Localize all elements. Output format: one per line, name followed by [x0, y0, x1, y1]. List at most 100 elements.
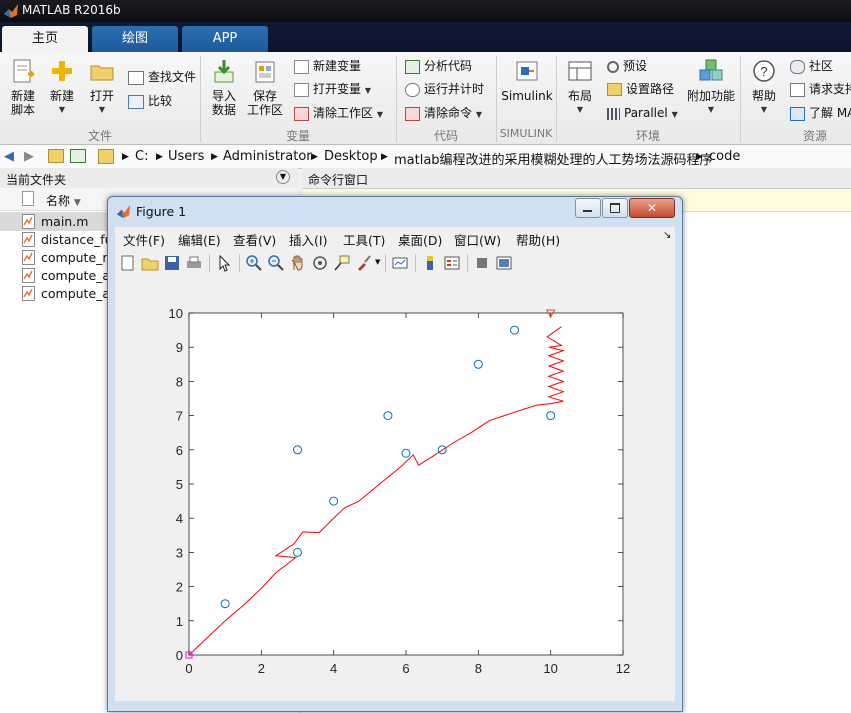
- menu-window[interactable]: 窗口(W): [454, 230, 501, 249]
- tab-plots[interactable]: 绘图: [92, 26, 178, 52]
- find-files-button[interactable]: 查找文件: [128, 70, 196, 85]
- simulink-icon: [516, 61, 538, 81]
- new-variable-label: 新建变量: [313, 59, 362, 73]
- data-cursor-icon[interactable]: [333, 254, 351, 272]
- brush-icon[interactable]: [355, 254, 373, 272]
- compare-button[interactable]: 比较: [128, 94, 172, 109]
- figure-title: Figure 1: [136, 204, 187, 219]
- import-icon: [214, 60, 234, 83]
- rotate-3d-icon[interactable]: [311, 254, 329, 272]
- panel-menu-icon[interactable]: ▼: [276, 170, 290, 184]
- menu-insert[interactable]: 插入(I): [289, 230, 327, 249]
- toolbar-divider: [467, 254, 468, 272]
- new-script-button[interactable]: 新建 脚本: [4, 58, 42, 117]
- browse-folder-icon[interactable]: [70, 149, 86, 167]
- add-ons-button[interactable]: 附加功能 ▼: [686, 58, 736, 117]
- address-bar[interactable]: ◀ ▶ ▶ C: ▶ Users ▶ Administrator ▶ Deskt…: [0, 145, 851, 169]
- parallel-button[interactable]: Parallel ▼: [607, 106, 678, 122]
- new-figure-icon[interactable]: [119, 254, 137, 272]
- figure-title-bar: Figure 1 ✕: [108, 197, 682, 225]
- figure-menu-bar: 文件(F) 编辑(E) 查看(V) 插入(I) 工具(T) 桌面(D) 窗口(W…: [115, 227, 675, 249]
- back-arrow-icon[interactable]: ◀: [4, 149, 14, 164]
- save-icon[interactable]: [163, 254, 181, 272]
- pan-hand-icon[interactable]: [289, 254, 307, 272]
- close-icon: ✕: [646, 201, 658, 215]
- minimize-icon: [583, 210, 592, 212]
- forward-arrow-icon[interactable]: ▶: [24, 149, 34, 164]
- community-icon: [790, 59, 805, 74]
- chevron-down-icon: ▼: [576, 105, 584, 114]
- add-ons-icon: [699, 59, 723, 81]
- menu-help[interactable]: 帮助(H): [516, 230, 560, 249]
- import-data-button[interactable]: 导入 数据: [206, 58, 242, 117]
- breadcrumb-drive[interactable]: C:: [135, 149, 148, 164]
- zoom-out-icon[interactable]: [267, 254, 285, 272]
- set-path-button[interactable]: 设置路径: [607, 82, 674, 96]
- name-column-header[interactable]: 名称 ▼: [46, 192, 81, 209]
- menu-desktop[interactable]: 桌面(D): [398, 230, 442, 249]
- folder-open-icon: [90, 65, 114, 81]
- breadcrumb-separator: ▶: [696, 152, 703, 162]
- show-plot-tools-icon[interactable]: [495, 254, 513, 272]
- clear-workspace-label: 清除工作区: [313, 106, 374, 120]
- toolbar-divider: [385, 254, 386, 272]
- figure-window: Figure 1 ✕ 文件(F) 编辑(E) 查看(V) 插入(I) 工具(T)…: [107, 196, 683, 712]
- run-and-time-button[interactable]: 运行并计时: [405, 82, 484, 97]
- toolbar-divider: [415, 254, 416, 272]
- minimize-button[interactable]: [575, 198, 601, 218]
- open-file-icon[interactable]: [141, 254, 159, 272]
- print-icon[interactable]: [185, 254, 203, 272]
- request-support-button[interactable]: 请求支持: [790, 82, 851, 97]
- breadcrumb-project[interactable]: matlab编程改进的采用模糊处理的人工势场法源码程序: [394, 149, 713, 168]
- tab-home[interactable]: 主页: [2, 26, 88, 52]
- breadcrumb-users[interactable]: Users: [168, 149, 204, 164]
- maximize-button[interactable]: [602, 198, 628, 218]
- layout-button[interactable]: 布局 ▼: [562, 58, 598, 117]
- preferences-button[interactable]: 预设: [607, 59, 647, 73]
- file-type-icon: [22, 191, 34, 206]
- colorbar-icon[interactable]: [421, 254, 439, 272]
- new-variable-button[interactable]: 新建变量: [294, 59, 361, 74]
- menu-file[interactable]: 文件(F): [123, 230, 165, 249]
- breadcrumb-code[interactable]: code: [709, 149, 740, 164]
- legend-icon[interactable]: [443, 254, 461, 272]
- menu-tools[interactable]: 工具(T): [343, 230, 385, 249]
- m-file-icon: [22, 232, 35, 247]
- hide-plot-tools-icon[interactable]: [473, 254, 491, 272]
- help-button[interactable]: ? 帮助 ▼: [746, 58, 782, 117]
- link-plot-icon[interactable]: [391, 254, 409, 272]
- figure-toolbar: ▼: [115, 249, 675, 278]
- pointer-icon[interactable]: [215, 254, 233, 272]
- x-tick-label: 0: [185, 661, 192, 676]
- learn-matlab-button[interactable]: 了解 MA: [790, 106, 851, 121]
- save-workspace-button[interactable]: 保存 工作区: [244, 58, 286, 117]
- close-button[interactable]: ✕: [629, 198, 675, 218]
- tab-apps[interactable]: APP: [182, 26, 268, 52]
- new-button[interactable]: 新建 ▼: [44, 58, 80, 117]
- clear-commands-button[interactable]: 清除命令 ▼: [405, 106, 482, 122]
- up-folder-icon[interactable]: [48, 149, 64, 167]
- parallel-icon: [607, 107, 620, 120]
- open-button[interactable]: 打开 ▼: [84, 58, 120, 117]
- axes-box: [188, 312, 624, 656]
- menu-edit[interactable]: 编辑(E): [178, 230, 221, 249]
- toolbar-divider: [239, 254, 240, 272]
- chevron-down-icon: ▼: [707, 105, 715, 114]
- breadcrumb-administrator[interactable]: Administrator: [223, 149, 312, 164]
- chevron-down-icon: ▼: [376, 110, 383, 119]
- support-icon: [790, 82, 805, 97]
- menu-overflow-icon[interactable]: ↘: [663, 230, 671, 241]
- open-variable-button[interactable]: 打开变量 ▼: [294, 82, 371, 98]
- breadcrumb-desktop[interactable]: Desktop: [324, 149, 378, 164]
- community-button[interactable]: 社区: [790, 59, 833, 74]
- clear-workspace-button[interactable]: 清除工作区 ▼: [294, 106, 383, 122]
- breadcrumb-separator: ▶: [211, 152, 218, 162]
- brush-dropdown-icon[interactable]: ▼: [375, 258, 380, 266]
- analyze-code-button[interactable]: 分析代码: [405, 59, 472, 74]
- save-workspace-icon: [255, 61, 275, 83]
- menu-view[interactable]: 查看(V): [233, 230, 276, 249]
- folder-icon: [607, 83, 622, 96]
- zoom-in-icon[interactable]: [245, 254, 263, 272]
- run-and-time-label: 运行并计时: [424, 82, 485, 96]
- simulink-button[interactable]: Simulink: [500, 58, 554, 103]
